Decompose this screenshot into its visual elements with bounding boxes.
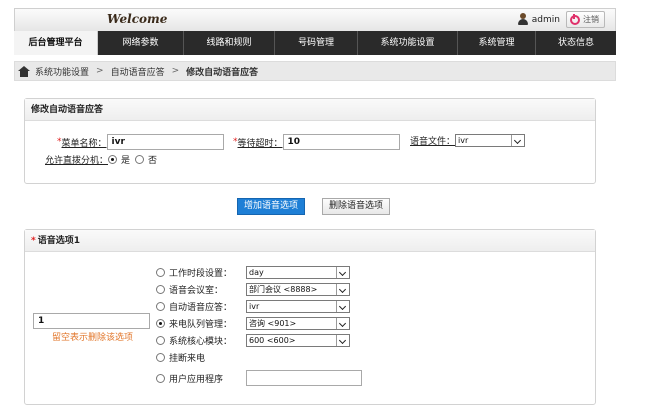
allow-direct-no-label: 否 bbox=[148, 156, 158, 166]
target-ivr-radio[interactable] bbox=[156, 302, 165, 311]
target-userapp-input[interactable] bbox=[246, 370, 362, 386]
target-hangup-radio[interactable] bbox=[156, 353, 165, 362]
power-icon bbox=[570, 13, 580, 25]
target-userapp-label: 用户应用程序 bbox=[169, 374, 224, 385]
chevron-down-icon bbox=[336, 267, 349, 278]
nav-item-system-management[interactable]: 系统管理 bbox=[458, 31, 536, 55]
target-hangup-row: 挂断来电 bbox=[156, 351, 205, 364]
chevron-down-icon bbox=[336, 318, 349, 329]
target-userapp-row: 用户应用程序 bbox=[156, 370, 362, 386]
target-ivr-row: 自动语音应答： ivr bbox=[156, 300, 350, 313]
target-conference-radio[interactable] bbox=[156, 285, 165, 294]
option-key-input[interactable] bbox=[33, 313, 150, 329]
target-conference-row: 语音会议室： 部门会议 <8888> bbox=[156, 283, 350, 296]
target-core-radio[interactable] bbox=[156, 336, 165, 345]
top-bar: Welcome admin 注销 bbox=[14, 8, 616, 31]
menu-name-label: 菜单名称： bbox=[61, 138, 107, 149]
chevron-down-icon bbox=[511, 135, 525, 146]
target-ivr-label: 自动语音应答： bbox=[169, 303, 233, 313]
breadcrumb-separator: > bbox=[96, 66, 104, 76]
voice-file-select[interactable]: ivr bbox=[455, 134, 526, 147]
target-queue-row: 来电队列管理： 咨询 <901> bbox=[156, 317, 350, 330]
allow-direct-yes-label: 是 bbox=[121, 156, 131, 166]
allow-direct-row: 允许直拨分机： 是 否 bbox=[45, 153, 157, 166]
target-core-row: 系统核心模块： 600 <600> bbox=[156, 334, 350, 347]
nav-item-admin-platform[interactable]: 后台管理平台 bbox=[14, 31, 98, 55]
user-icon bbox=[517, 13, 529, 26]
allow-direct-no-radio[interactable] bbox=[135, 155, 145, 164]
required-mark: * bbox=[31, 236, 36, 246]
voice-file-value: ivr bbox=[458, 136, 469, 145]
menu-name-row: * 菜单名称： bbox=[57, 134, 224, 150]
welcome-logo: Welcome bbox=[107, 12, 168, 26]
delete-voice-option-button[interactable]: 删除语音选项 bbox=[322, 198, 391, 215]
breadcrumb: 系统功能设置 > 自动语音应答 > 修改自动语音应答 bbox=[14, 61, 616, 81]
nav-item-status[interactable]: 状态信息 bbox=[536, 31, 616, 55]
edit-ivr-title: 修改自动语音应答 bbox=[25, 99, 595, 121]
option-key-hint: 留空表示删除该选项 bbox=[52, 333, 134, 343]
target-userapp-radio[interactable] bbox=[156, 373, 165, 383]
chevron-down-icon bbox=[336, 335, 349, 346]
target-queue-radio[interactable] bbox=[156, 319, 165, 328]
target-worktime-label: 工作时段设置： bbox=[169, 269, 233, 279]
voice-option-title: * 语音选项1 bbox=[25, 230, 595, 252]
menu-name-input[interactable] bbox=[106, 134, 224, 150]
wait-timeout-label: 等待超时： bbox=[237, 138, 283, 149]
user-area: admin 注销 bbox=[517, 11, 605, 28]
nav-item-network[interactable]: 网络参数 bbox=[98, 31, 184, 55]
target-ivr-select[interactable]: ivr bbox=[246, 300, 350, 313]
target-conference-label: 语音会议室： bbox=[169, 286, 224, 296]
target-worktime-radio[interactable] bbox=[156, 268, 165, 277]
breadcrumb-current: 修改自动语音应答 bbox=[186, 67, 259, 78]
allow-direct-label: 允许直拨分机： bbox=[45, 156, 109, 166]
nav-item-system-functions[interactable]: 系统功能设置 bbox=[358, 31, 458, 55]
target-hangup-label: 挂断来电 bbox=[169, 354, 206, 364]
nav-item-numbers[interactable]: 号码管理 bbox=[275, 31, 358, 55]
home-icon[interactable] bbox=[18, 65, 30, 77]
voice-option-panel: *语音选项1 留空表示删除该选项 工作时段设置： day 语音会议室： 部门会议… bbox=[24, 229, 596, 405]
nav-item-lines-rules[interactable]: 线路和规则 bbox=[184, 31, 275, 55]
wait-timeout-row: * 等待超时： bbox=[233, 134, 400, 150]
allow-direct-yes-radio[interactable] bbox=[108, 155, 118, 164]
username: admin bbox=[531, 14, 560, 25]
target-core-select[interactable]: 600 <600> bbox=[246, 334, 350, 347]
target-queue-select[interactable]: 咨询 <901> bbox=[246, 317, 350, 330]
breadcrumb-item-ivr[interactable]: 自动语音应答 bbox=[111, 65, 165, 78]
edit-ivr-panel: 修改自动语音应答 * 菜单名称： * 等待超时： 语音文件： ivr 允许直拨分… bbox=[24, 98, 596, 184]
logout-label: 注销 bbox=[583, 15, 599, 24]
logout-button[interactable]: 注销 bbox=[566, 11, 605, 28]
target-conference-select[interactable]: 部门会议 <8888> bbox=[246, 283, 350, 296]
chevron-down-icon bbox=[336, 284, 349, 295]
add-voice-option-button[interactable]: 增加语音选项 bbox=[237, 198, 306, 215]
target-core-label: 系统核心模块： bbox=[169, 337, 233, 347]
voice-file-row: 语音文件： ivr bbox=[410, 134, 526, 147]
target-worktime-row: 工作时段设置： day bbox=[156, 266, 350, 279]
breadcrumb-item-system-functions[interactable]: 系统功能设置 bbox=[35, 65, 89, 78]
chevron-down-icon bbox=[336, 301, 349, 312]
main-nav: 后台管理平台 网络参数 线路和规则 号码管理 系统功能设置 系统管理 状态信息 bbox=[14, 31, 616, 55]
breadcrumb-separator: > bbox=[171, 66, 180, 76]
target-queue-label: 来电队列管理： bbox=[169, 320, 233, 330]
target-worktime-select[interactable]: day bbox=[246, 266, 350, 279]
wait-timeout-input[interactable] bbox=[282, 134, 400, 150]
voice-file-label: 语音文件： bbox=[410, 137, 456, 147]
